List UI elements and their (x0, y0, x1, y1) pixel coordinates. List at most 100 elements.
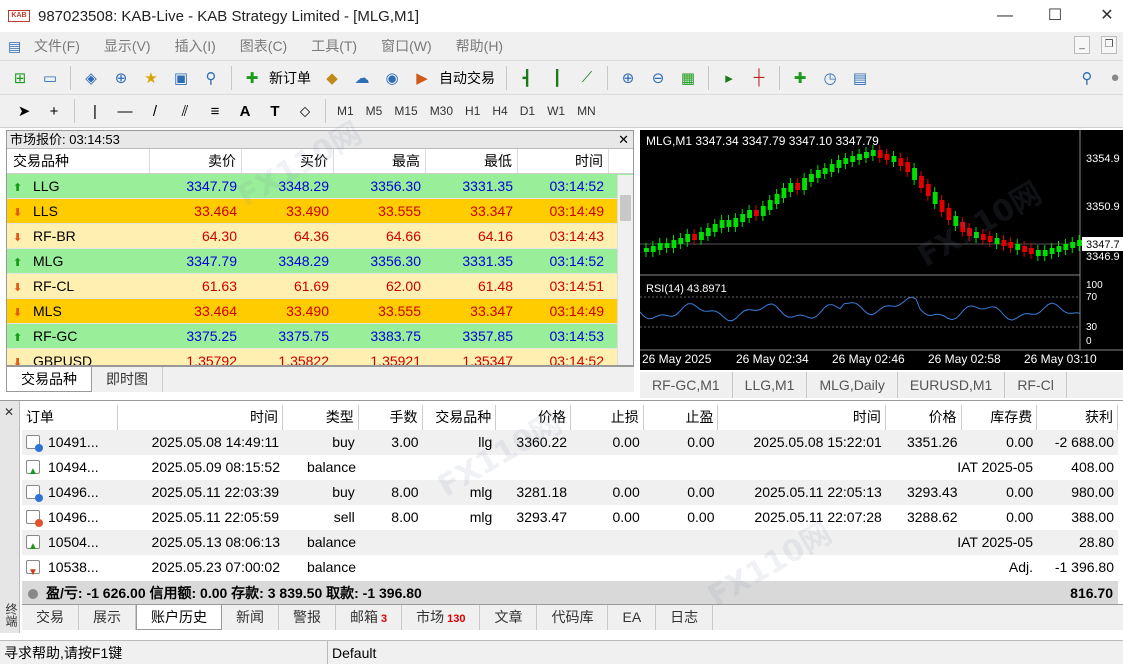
terminal-tab[interactable]: 账户历史 (136, 605, 222, 630)
minimize-icon[interactable]: — (990, 4, 1020, 28)
column-header[interactable]: 交易品种 (7, 149, 150, 173)
channel-icon[interactable]: ⫽ (173, 99, 197, 123)
market-watch-row[interactable]: ⬇ RF-CL 61.63 61.69 62.00 61.48 03:14:51 (7, 274, 633, 299)
zoom-in-icon[interactable]: ⊕ (616, 66, 640, 90)
column-header[interactable]: 时间 (718, 405, 886, 430)
menu-insert[interactable]: 插入(I) (175, 36, 216, 56)
chart-tab[interactable]: LLG,M1 (733, 372, 808, 398)
scrollbar[interactable] (617, 175, 633, 365)
timeframe-d1[interactable]: D1 (520, 104, 535, 118)
chart-window-icon[interactable]: ▤ (0, 38, 34, 55)
column-header[interactable]: 库存费 (962, 405, 1038, 430)
chart-tab[interactable]: RF-Cl (1005, 372, 1067, 398)
timeframe-h1[interactable]: H1 (465, 104, 480, 118)
timeframe-m5[interactable]: M5 (366, 104, 383, 118)
mdi-restore-icon[interactable]: ❐ (1101, 36, 1117, 54)
fibonacci-icon[interactable]: ≡ (203, 99, 227, 123)
table-row[interactable]: 10496... 2025.05.11 22:03:39 buy 8.00 mlg 328… (22, 480, 1118, 505)
tab-tick-chart[interactable]: 即时图 (92, 367, 163, 392)
chart-tab[interactable]: RF-GC,M1 (640, 372, 733, 398)
scrollbar-thumb[interactable] (620, 195, 631, 221)
column-header[interactable]: 手数 (359, 405, 423, 430)
text-icon[interactable]: A (233, 99, 257, 123)
menu-file[interactable]: 文件(F) (34, 36, 80, 56)
menu-tools[interactable]: 工具(T) (311, 36, 357, 56)
timeframe-m30[interactable]: M30 (430, 104, 453, 118)
zoom-out-icon[interactable]: ⊖ (646, 66, 670, 90)
tab-symbols[interactable]: 交易品种 (6, 367, 92, 392)
market-watch-row[interactable]: ⬇ LLS 33.464 33.490 33.555 33.347 03:14:49 (7, 199, 633, 224)
auto-trading-button[interactable]: 自动交易 (439, 68, 495, 88)
column-header[interactable]: 类型 (283, 405, 359, 430)
terminal-tab[interactable]: EA (608, 605, 657, 630)
auto-scroll-icon[interactable]: ▸ (717, 66, 741, 90)
chat-icon[interactable]: ● (1103, 66, 1123, 90)
terminal-tab[interactable]: 展示 (79, 605, 136, 630)
column-header[interactable]: 交易品种 (423, 405, 497, 430)
chart-canvas[interactable]: MLG,M1 3347.34 3347.79 3347.10 3347.79 3… (640, 130, 1123, 370)
crosshair-icon[interactable]: + (42, 99, 66, 123)
periods-icon[interactable]: ◷ (818, 66, 842, 90)
timeframe-m15[interactable]: M15 (394, 104, 417, 118)
column-header[interactable]: 时间 (118, 405, 284, 430)
close-icon[interactable]: ✕ (4, 405, 14, 419)
table-row[interactable]: 10496... 2025.05.11 22:05:59 sell 8.00 mlg 32… (22, 505, 1118, 530)
signals-icon[interactable]: ◉ (380, 66, 404, 90)
market-watch-row[interactable]: ⬆ RF-GC 3375.25 3375.75 3383.75 3357.85 03:14:… (7, 324, 633, 349)
column-header[interactable]: 止盈 (644, 405, 719, 430)
terminal-tab[interactable]: 市场 130 (402, 605, 481, 630)
cursor-icon[interactable]: ➤ (12, 99, 36, 123)
column-header[interactable]: 最高 (334, 149, 426, 173)
indicators-icon[interactable]: ✚ (788, 66, 812, 90)
maximize-icon[interactable]: ☐ (1040, 4, 1070, 28)
chart-shift-icon[interactable]: ┼ (747, 66, 771, 90)
bar-chart-icon[interactable]: ┫ (515, 66, 539, 90)
column-header[interactable]: 价格 (886, 405, 962, 430)
price-chart[interactable]: MLG,M1 3347.34 3347.79 3347.10 3347.79 3… (640, 130, 1123, 370)
new-chart-icon[interactable]: ⊞ (8, 66, 32, 90)
shapes-icon[interactable]: ⬦ (293, 99, 317, 123)
strategy-tester-icon[interactable]: ⚲ (199, 66, 223, 90)
market-watch-row[interactable]: ⬇ GBPUSD 1.35792 1.35822 1.35921 1.35347 03:14… (7, 349, 633, 365)
terminal-icon[interactable]: ▣ (169, 66, 193, 90)
auto-trading-icon[interactable]: ▶ (410, 66, 434, 90)
terminal-tab[interactable]: 邮箱 3 (336, 605, 403, 630)
horizontal-line-icon[interactable]: — (113, 99, 137, 123)
menu-help[interactable]: 帮助(H) (456, 36, 503, 56)
vertical-line-icon[interactable]: | (83, 99, 107, 123)
table-row[interactable]: 10538... 2025.05.23 07:00:02 balance Adj. -1… (22, 555, 1118, 585)
terminal-tab[interactable]: 警报 (279, 605, 336, 630)
column-header[interactable]: 订单 (22, 405, 118, 430)
column-header[interactable]: 获利 (1037, 405, 1118, 430)
table-row[interactable]: 10491... 2025.05.08 14:49:11 buy 3.00 llg 336… (22, 430, 1118, 455)
close-icon[interactable]: ✕ (618, 131, 629, 149)
terminal-tab[interactable]: 新闻 (222, 605, 279, 630)
column-header[interactable]: 卖价 (150, 149, 242, 173)
market-watch-row[interactable]: ⬆ MLG 3347.79 3348.29 3356.30 3331.35 03:14:52 (7, 249, 633, 274)
menu-view[interactable]: 显示(V) (104, 36, 151, 56)
menu-window[interactable]: 窗口(W) (381, 36, 432, 56)
crosshair-toggle-icon[interactable]: ⊕ (109, 66, 133, 90)
close-icon[interactable]: ✕ (1092, 4, 1122, 28)
timeframe-w1[interactable]: W1 (547, 104, 565, 118)
market-watch-row[interactable]: ⬇ RF-BR 64.30 64.36 64.66 64.16 03:14:43 (7, 224, 633, 249)
market-watch-row[interactable]: ⬆ LLG 3347.79 3348.29 3356.30 3331.35 03:14:52 (7, 174, 633, 199)
metaeditor-icon[interactable]: ◆ (320, 66, 344, 90)
navigator-icon[interactable]: ★ (139, 66, 163, 90)
column-header[interactable]: 买价 (242, 149, 334, 173)
market-watch-icon[interactable]: ◈ (79, 66, 103, 90)
tile-windows-icon[interactable]: ▦ (676, 66, 700, 90)
column-header[interactable]: 最低 (426, 149, 518, 173)
new-order-icon[interactable]: ✚ (240, 66, 264, 90)
terminal-tab[interactable]: 日志 (656, 605, 714, 630)
column-header[interactable]: 止损 (571, 405, 644, 430)
profiles-icon[interactable]: ▭ (38, 66, 62, 90)
table-row[interactable]: 10494... 2025.05.09 08:15:52 balance IAT 20… (22, 455, 1118, 484)
menu-charts[interactable]: 图表(C) (240, 36, 287, 56)
chart-tab[interactable]: EURUSD,M1 (898, 372, 1006, 398)
community-icon[interactable]: ☁ (350, 66, 374, 90)
timeframe-m1[interactable]: M1 (337, 104, 354, 118)
terminal-tab[interactable]: 代码库 (537, 605, 609, 630)
terminal-tab[interactable]: 文章 (480, 605, 538, 630)
timeframe-mn[interactable]: MN (577, 104, 596, 118)
